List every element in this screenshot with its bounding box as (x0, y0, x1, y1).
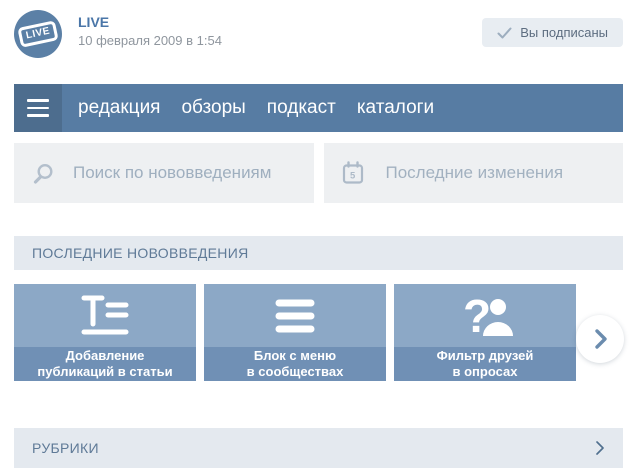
card-menu-block[interactable]: Блок с меню в сообществах (204, 284, 386, 381)
nav-item-obzory[interactable]: обзоры (181, 84, 245, 132)
nav-items: редакция обзоры подкаст каталоги (62, 84, 434, 132)
search-box[interactable] (14, 143, 314, 203)
subscribed-label: Вы подписаны (520, 25, 608, 40)
hamburger-menu-button[interactable] (14, 84, 62, 132)
menu-icon (275, 299, 315, 332)
search-input[interactable] (73, 163, 296, 183)
toolbar: 5 Последние изменения (14, 143, 623, 203)
section-rubrics-title: РУБРИКИ (32, 440, 99, 456)
navbar: редакция обзоры подкаст каталоги (14, 84, 623, 132)
nav-item-podkast[interactable]: подкаст (267, 84, 336, 132)
carousel-next-button[interactable] (576, 315, 624, 363)
last-changes-button[interactable]: 5 Последние изменения (323, 143, 623, 203)
hamburger-icon (27, 99, 49, 102)
card-label: Фильтр друзей в опросах (394, 347, 576, 381)
section-latest-innovations: ПОСЛЕДНИЕ НОВОВВЕДЕНИЯ (14, 236, 623, 270)
check-icon (497, 27, 512, 38)
section-rubrics[interactable]: РУБРИКИ (14, 428, 623, 468)
card-label: Добавление публикаций в статьи (14, 347, 196, 381)
live-badge-icon: LIVE (17, 20, 59, 48)
post-date: 10 февраля 2009 в 1:54 (78, 33, 222, 48)
nav-item-katalogi[interactable]: каталоги (357, 84, 434, 132)
chevron-right-icon (596, 441, 604, 455)
calendar-icon: 5 (342, 161, 363, 184)
innovations-carousel: Добавление публикаций в статьи Блок с ме… (14, 284, 624, 381)
card-friends-filter[interactable]: ? Фильтр друзей в опросах (394, 284, 576, 381)
page: LIVE LIVE 10 февраля 2009 в 1:54 Вы подп… (0, 0, 637, 473)
search-icon (33, 163, 53, 184)
post-header: LIVE LIVE 10 февраля 2009 в 1:54 Вы подп… (0, 0, 637, 84)
nav-item-redakciya[interactable]: редакция (78, 84, 160, 132)
svg-text:5: 5 (350, 171, 356, 182)
post-info: LIVE 10 февраля 2009 в 1:54 (78, 10, 482, 49)
section-latest-title: ПОСЛЕДНИЕ НОВОВВЕДЕНИЯ (32, 245, 249, 261)
card-publications-in-articles[interactable]: Добавление публикаций в статьи (14, 284, 196, 381)
next-chevron-icon (595, 329, 607, 349)
subscribed-button[interactable]: Вы подписаны (482, 18, 623, 47)
avatar[interactable]: LIVE (14, 10, 62, 58)
last-changes-label: Последние изменения (385, 163, 564, 182)
card-label: Блок с меню в сообществах (204, 347, 386, 381)
poll-friends-icon: ? (463, 290, 513, 342)
article-icon (81, 295, 129, 334)
community-title[interactable]: LIVE (78, 14, 482, 31)
